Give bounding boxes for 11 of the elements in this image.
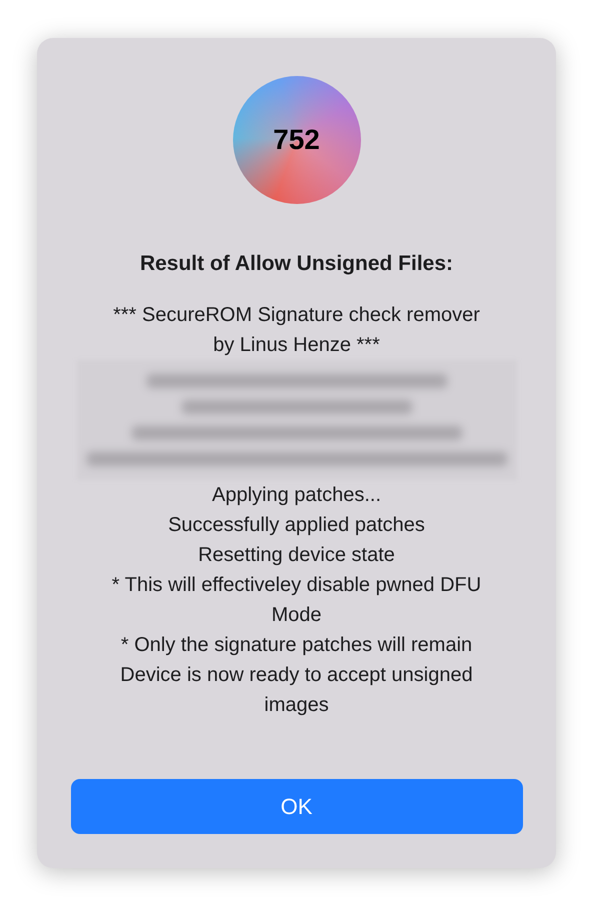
message-line: * Only the signature patches will remain [120, 632, 472, 658]
message-line: Resetting device state [198, 542, 395, 568]
message-line: *** SecureROM Signature check remover [113, 302, 480, 328]
ok-button[interactable]: OK [70, 779, 522, 834]
message-line: Applying patches... [212, 482, 381, 508]
message-line: Successfully applied patches [168, 512, 425, 538]
message-line: Device is now ready to accept unsigned images [119, 662, 474, 718]
message-line: by Linus Henze *** [213, 332, 380, 358]
dialog-title: Result of Allow Unsigned Files: [140, 251, 454, 277]
app-icon: 752 [232, 76, 360, 204]
message-line: * This will effectiveley disable pwned DFU Mode [110, 572, 482, 628]
